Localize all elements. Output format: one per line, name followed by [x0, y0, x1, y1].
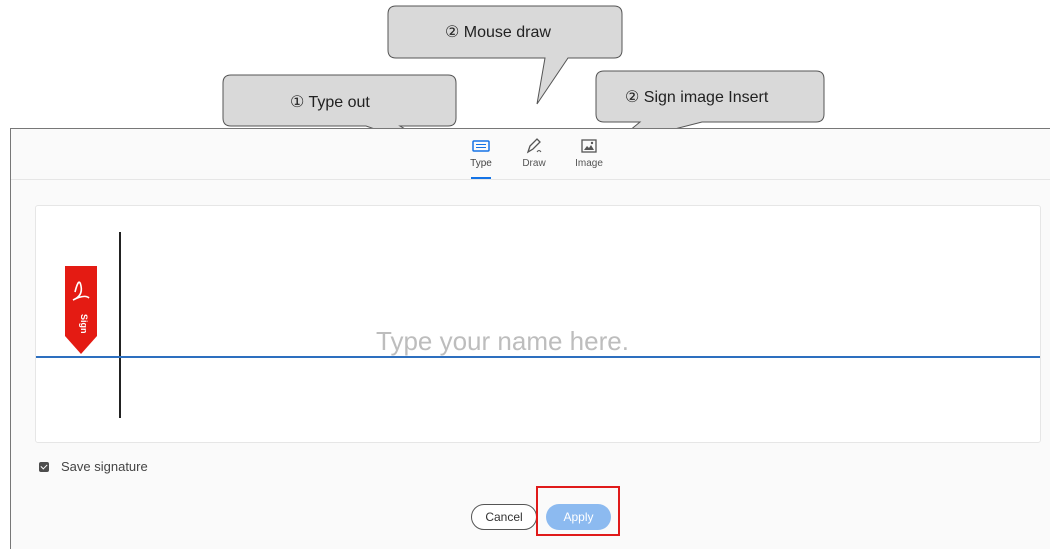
- signature-name-input[interactable]: [376, 326, 776, 356]
- save-signature-row: Save signature: [39, 459, 148, 474]
- signature-cursor-line: [119, 232, 121, 418]
- keyboard-icon: [472, 140, 490, 152]
- tab-type[interactable]: Type: [461, 137, 501, 179]
- signature-panel[interactable]: Sign: [35, 205, 1041, 443]
- callout-mouse-draw-bubble: [387, 5, 623, 105]
- cancel-button[interactable]: Cancel: [471, 504, 537, 530]
- tab-type-label: Type: [470, 158, 492, 169]
- sign-flag-text: Sign: [79, 314, 89, 334]
- tab-image[interactable]: Image: [569, 137, 609, 177]
- tab-image-label: Image: [575, 158, 603, 169]
- signature-mode-tabs: Type Draw Image: [11, 129, 1050, 180]
- save-signature-label: Save signature: [61, 459, 148, 474]
- signature-dialog: Type Draw Image Sign Sav: [10, 128, 1050, 549]
- pen-draw-icon: [526, 138, 542, 154]
- apply-highlight-box: [536, 486, 620, 536]
- signature-baseline: [36, 356, 1040, 358]
- callout-mouse-draw-text: ② Mouse draw: [445, 24, 551, 41]
- callout-sign-image-text: ② Sign image Insert: [625, 89, 769, 106]
- save-signature-checkbox[interactable]: [39, 461, 49, 472]
- callout-type-out-text: ① Type out: [290, 94, 370, 111]
- image-icon: [581, 139, 597, 153]
- tab-draw-label: Draw: [522, 158, 546, 169]
- tab-draw[interactable]: Draw: [514, 137, 554, 177]
